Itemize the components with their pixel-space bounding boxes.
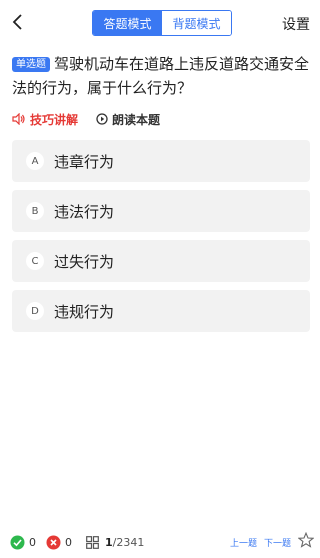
option-d[interactable]: D 违规行为 <box>12 290 310 332</box>
tips-label: 技巧讲解 <box>30 112 79 127</box>
check-icon <box>10 535 25 549</box>
options-list: A 违章行为 B 违法行为 C 过失行为 D 违规行为 <box>12 140 310 340</box>
option-text: 违章行为 <box>54 152 115 171</box>
option-letter: B <box>26 202 44 220</box>
correct-count-value: 0 <box>29 535 36 549</box>
speaker-icon <box>12 113 25 125</box>
total-questions: /2341 <box>112 535 145 549</box>
question: 单选题 驾驶机动车在道路上违反道路交通安全法的行为，属于什么行为？ <box>12 52 310 100</box>
current-question-number: 1 <box>105 535 113 549</box>
option-text: 违法行为 <box>54 202 115 221</box>
option-letter: A <box>26 152 44 170</box>
option-text: 违规行为 <box>54 302 115 321</box>
mode-switch: 答题模式 背题模式 <box>92 10 232 36</box>
correct-count: 0 <box>10 535 36 550</box>
option-letter: D <box>26 302 44 320</box>
wrong-count-value: 0 <box>65 535 72 549</box>
back-arrow-icon[interactable] <box>8 11 28 33</box>
tools-row: 技巧讲解 朗读本题 <box>12 110 178 128</box>
bottom-bar: 0 0 1/2341 上一题 下一题 <box>0 526 320 558</box>
tab-recite-mode[interactable]: 背题模式 <box>162 11 231 35</box>
option-b[interactable]: B 违法行为 <box>12 190 310 232</box>
grid-icon <box>86 535 99 549</box>
option-c[interactable]: C 过失行为 <box>12 240 310 282</box>
prev-question-button[interactable]: 上一题 <box>230 536 257 549</box>
read-aloud-button[interactable]: 朗读本题 <box>96 111 160 128</box>
tips-button[interactable]: 技巧讲解 <box>12 111 78 128</box>
next-question-button[interactable]: 下一题 <box>264 536 291 549</box>
top-bar: 答题模式 背题模式 设置 <box>0 0 320 46</box>
star-icon[interactable] <box>297 531 315 551</box>
play-icon <box>96 113 108 125</box>
option-letter: C <box>26 252 44 270</box>
tab-answer-mode[interactable]: 答题模式 <box>93 11 162 35</box>
option-a[interactable]: A 违章行为 <box>12 140 310 182</box>
question-text: 驾驶机动车在道路上违反道路交通安全法的行为，属于什么行为？ <box>12 55 310 97</box>
cross-icon <box>46 535 61 549</box>
option-text: 过失行为 <box>54 252 115 271</box>
question-type-badge: 单选题 <box>12 57 50 72</box>
read-aloud-label: 朗读本题 <box>112 112 161 127</box>
wrong-count: 0 <box>46 535 72 550</box>
question-progress[interactable]: 1/2341 <box>86 536 144 549</box>
settings-button[interactable]: 设置 <box>282 14 310 34</box>
